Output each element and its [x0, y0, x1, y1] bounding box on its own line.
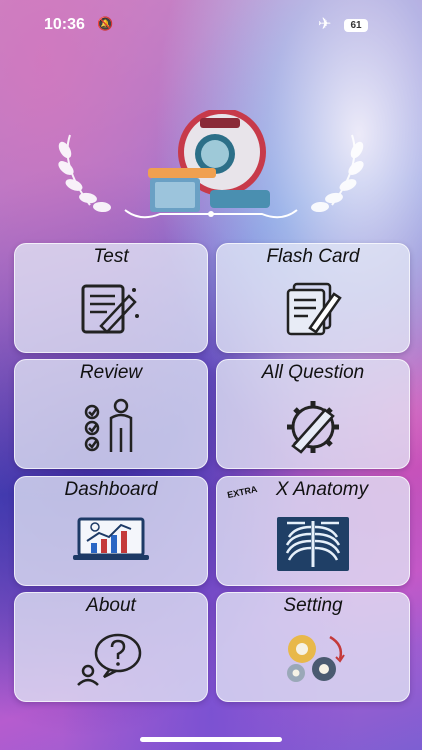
mri-scanner-logo: [58, 110, 364, 219]
airplane-mode-icon: ✈: [318, 16, 332, 33]
test-label: Test: [93, 246, 129, 267]
flashcard-icon: [286, 282, 342, 336]
x-anatomy-label: X Anatomy: [275, 479, 369, 500]
setting-tile[interactable]: Setting: [216, 592, 410, 702]
test-tile[interactable]: Test: [14, 243, 208, 353]
setting-label: Setting: [283, 595, 343, 616]
review-tile[interactable]: Review: [14, 359, 208, 469]
dashboard-tile[interactable]: Dashboard: [14, 476, 208, 586]
about-tile[interactable]: About: [14, 592, 208, 702]
about-label: About: [86, 595, 136, 616]
review-label: Review: [79, 362, 143, 383]
status-bar: 10:36 🔕 ✈ 61: [0, 0, 422, 50]
gear-pencil-icon: [287, 401, 339, 454]
chest-xray-icon: [277, 517, 349, 571]
laptop-chart-icon: [73, 517, 149, 560]
home-indicator[interactable]: [140, 737, 282, 742]
test-paper-icon: [81, 284, 139, 334]
all-question-label: All Question: [261, 362, 365, 383]
battery-indicator: 61: [344, 19, 368, 32]
question-bubble-icon: [77, 633, 142, 686]
checklist-person-icon: [84, 398, 133, 452]
x-anatomy-tile[interactable]: EXTRA X Anatomy: [216, 476, 410, 586]
flash-card-label: Flash Card: [266, 246, 360, 267]
dashboard-label: Dashboard: [64, 479, 158, 500]
silent-bell-icon: 🔕: [97, 16, 114, 31]
gears-icon: [287, 635, 345, 682]
all-question-tile[interactable]: All Question: [216, 359, 410, 469]
flash-card-tile[interactable]: Flash Card: [216, 243, 410, 353]
status-time: 10:36: [44, 16, 85, 33]
